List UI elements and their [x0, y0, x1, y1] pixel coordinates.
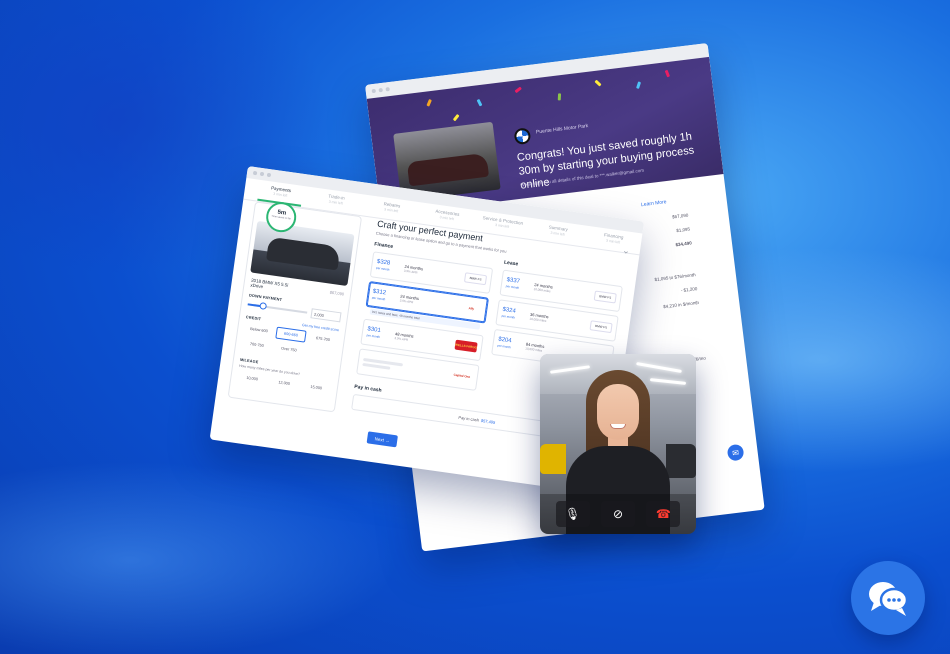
video-call-window: 🎙 ⊘ ☎ [540, 354, 696, 534]
capital-one-logo: Capital One [450, 369, 474, 383]
end-call-icon[interactable]: ☎ [646, 501, 681, 527]
chat-bubbles-icon [869, 582, 909, 616]
cash-amount: $57,495 [480, 417, 496, 425]
summary-value: $1,095 [676, 226, 691, 234]
summary-value: - $1,200 [680, 286, 698, 294]
chat-icon[interactable]: ✉ [726, 443, 745, 462]
summary-value: $4,210 in $/month [662, 299, 700, 310]
mileage-option[interactable]: 15,000 [301, 380, 332, 396]
lender-logo: BMW FS [593, 290, 617, 304]
chat-button[interactable] [851, 561, 925, 635]
vehicle-card: 5m Time saved so far 2018 BMW X5 5.5i xD… [227, 200, 363, 413]
next-button[interactable]: Next → [366, 431, 398, 448]
learn-more-link[interactable]: Learn More [641, 199, 667, 208]
lender-logo: Ally [459, 301, 483, 315]
lender-logo: BMW FS [463, 272, 488, 286]
lender-logo: BMW FS [589, 320, 613, 334]
black-car [666, 444, 696, 478]
mileage-option[interactable]: 12,000 [269, 375, 300, 391]
credit-option[interactable]: 700-750 [241, 337, 272, 353]
summary-value: $1,095 to $76/month [654, 272, 696, 283]
credit-option[interactable]: Over 750 [273, 341, 304, 357]
yellow-car [540, 444, 566, 474]
vehicle-price: $67,090 [329, 289, 345, 297]
summary-value: $34,490 [675, 240, 692, 248]
dealer-name: Puente Hills Motor Park [535, 123, 589, 136]
slider-handle[interactable] [259, 302, 268, 310]
call-controls: 🎙 ⊘ ☎ [540, 494, 696, 534]
wells-fargo-logo: WELLS FARGO [454, 339, 478, 353]
mileage-option[interactable]: 10,000 [237, 371, 268, 387]
bmw-logo-icon [513, 127, 532, 146]
finance-column: Finance $328 per month 24 months 3.9% APR … [356, 241, 495, 394]
camera-off-icon[interactable]: ⊘ [600, 501, 635, 527]
microphone-icon[interactable]: 🎙 [555, 501, 590, 527]
summary-value: $67,090 [671, 212, 689, 220]
